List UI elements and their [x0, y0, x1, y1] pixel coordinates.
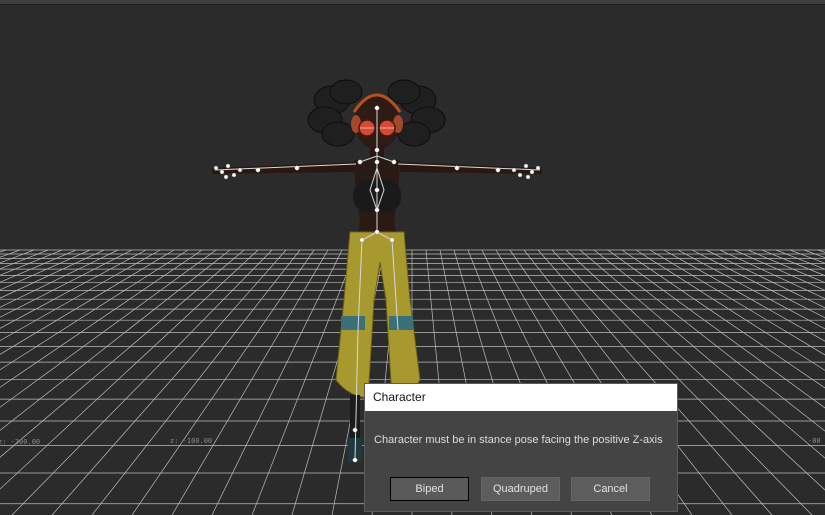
grid-label: -00	[808, 437, 821, 445]
dialog-message: Character must be in stance pose facing …	[374, 434, 663, 446]
biped-button[interactable]: Biped	[390, 477, 469, 501]
grid-label: z: -100.00	[170, 437, 212, 445]
character-dialog: Character Character must be in stance po…	[364, 383, 678, 512]
grid-label: z: -200.00	[0, 438, 40, 446]
cancel-button[interactable]: Cancel	[571, 477, 650, 501]
dialog-title: Character	[365, 384, 677, 411]
quadruped-button[interactable]: Quadruped	[481, 477, 560, 501]
